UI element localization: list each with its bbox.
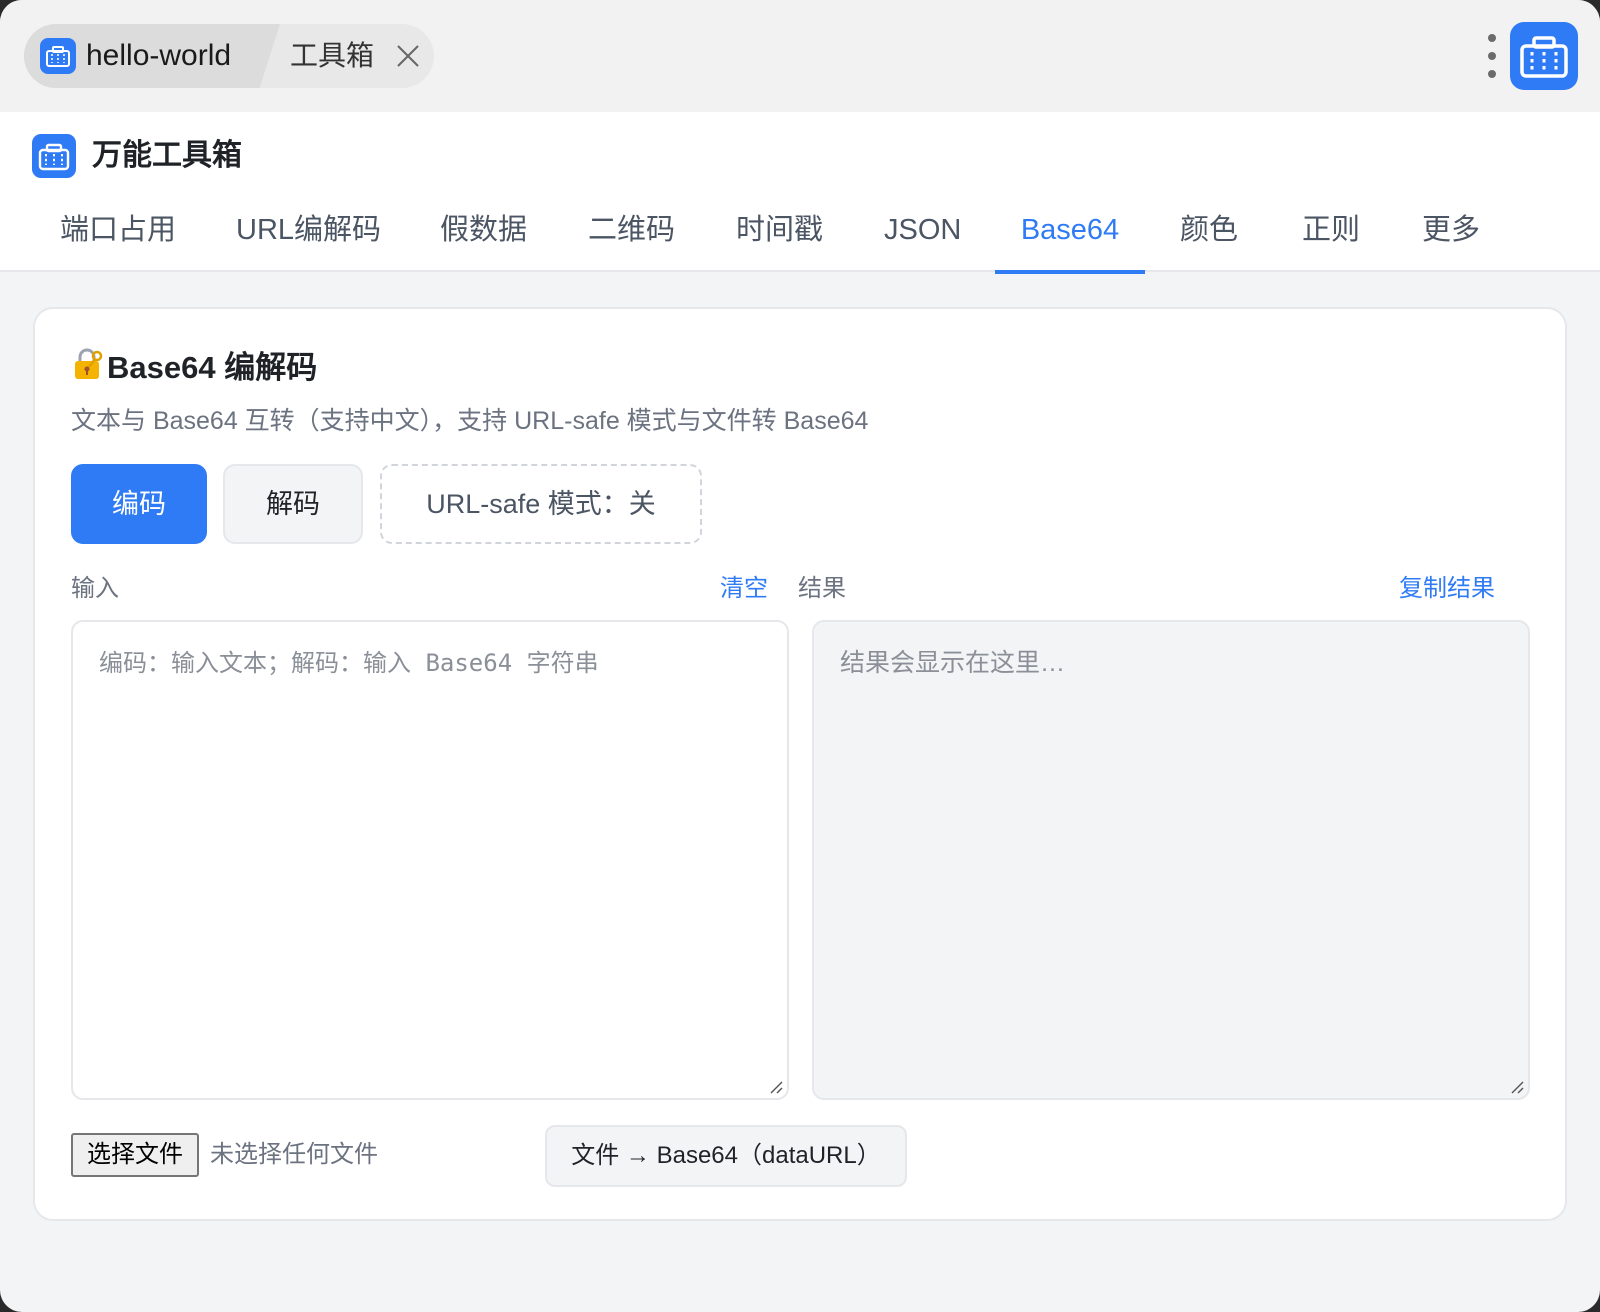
tab-strip: hello-world 工具箱	[24, 24, 434, 88]
card-description: 文本与 Base64 互转（支持中文），支持 URL-safe 模式与文件转 B…	[71, 407, 869, 435]
nav-tab-fake-data[interactable]: 假数据	[440, 200, 527, 272]
nav-tab-qrcode[interactable]: 二维码	[588, 200, 675, 272]
file-status: 未选择任何文件	[210, 1141, 378, 1168]
app-window: hello-world 工具箱 万能工具箱 端口占用 URL编解码 假数据 二维…	[0, 0, 1600, 1312]
input-placeholder: 编码：输入文本；解码：输入 Base64 字符串	[99, 649, 599, 677]
tab-hello-world[interactable]: hello-world	[24, 24, 280, 88]
card-title-text: Base64 编解码	[107, 350, 318, 385]
toolbox-logo-icon	[32, 134, 76, 178]
close-icon[interactable]	[392, 40, 424, 72]
file-to-base64-button[interactable]: 文件 → Base64（dataURL）	[545, 1125, 907, 1187]
result-label: 结果	[798, 575, 846, 602]
clear-link[interactable]: 清空	[720, 573, 768, 605]
nav-tab-url[interactable]: URL编解码	[236, 200, 381, 272]
app-title: 万能工具箱	[92, 139, 242, 172]
nav-tab-color[interactable]: 颜色	[1180, 200, 1238, 272]
result-placeholder: 结果会显示在这里…	[840, 649, 1066, 677]
toolbox-icon	[40, 38, 76, 74]
base64-card: Base64 编解码 文本与 Base64 互转（支持中文），支持 URL-sa…	[33, 307, 1567, 1221]
more-vertical-icon[interactable]	[1480, 32, 1504, 80]
app-header: 万能工具箱 端口占用 URL编解码 假数据 二维码 时间戳 JSON Base6…	[0, 112, 1600, 274]
decode-button[interactable]: 解码	[223, 464, 363, 544]
card-title: Base64 编解码	[71, 347, 317, 388]
encode-button[interactable]: 编码	[71, 464, 207, 544]
tab-label: hello-world	[86, 39, 232, 72]
url-safe-toggle[interactable]: URL-safe 模式：关	[380, 464, 702, 544]
nav-tab-port[interactable]: 端口占用	[60, 200, 176, 272]
resize-grip-icon[interactable]	[767, 1078, 783, 1094]
nav-tab-json[interactable]: JSON	[884, 200, 961, 272]
active-tab-indicator	[995, 270, 1145, 274]
nav-tab-more[interactable]: 更多	[1422, 200, 1480, 272]
input-textarea[interactable]: 编码：输入文本；解码：输入 Base64 字符串	[71, 620, 789, 1100]
nav-tab-regex[interactable]: 正则	[1302, 200, 1360, 272]
lock-with-key-icon	[75, 348, 103, 379]
toolbox-app-icon[interactable]	[1510, 22, 1578, 90]
resize-grip-icon[interactable]	[1508, 1078, 1524, 1094]
copy-result-link[interactable]: 复制结果	[1399, 573, 1495, 605]
result-textarea[interactable]: 结果会显示在这里…	[812, 620, 1530, 1100]
nav-tab-timestamp[interactable]: 时间戳	[736, 200, 823, 272]
title-bar: hello-world 工具箱	[0, 0, 1600, 112]
input-label: 输入	[71, 575, 119, 602]
nav-tab-base64-label: Base64	[1020, 214, 1120, 246]
tool-nav: 端口占用 URL编解码 假数据 二维码 时间戳 JSON Base64 颜色 正…	[0, 200, 1600, 274]
choose-file-button[interactable]: 选择文件	[71, 1133, 199, 1177]
tab-toolbox[interactable]: 工具箱	[290, 38, 374, 74]
nav-tab-base64[interactable]: Base64	[995, 200, 1145, 274]
